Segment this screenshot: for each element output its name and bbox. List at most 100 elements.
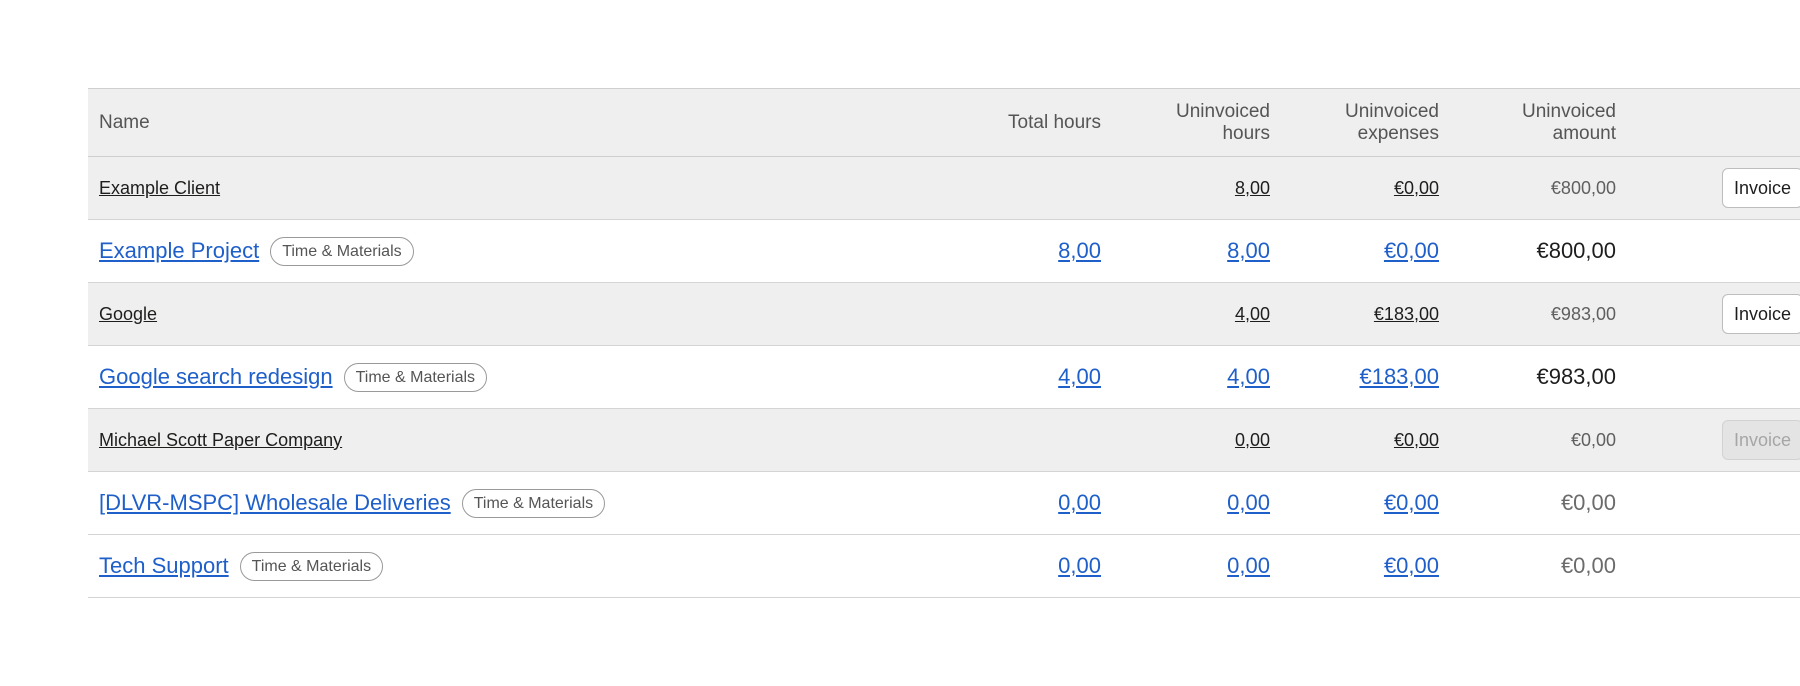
billing-type-badge: Time & Materials (461, 488, 606, 518)
client-uninvoiced-expenses-cell: €183,00 (1281, 283, 1450, 346)
project-name-cell: [DLVR-MSPC] Wholesale Deliveries Time & M… (88, 472, 894, 535)
project-link[interactable]: [DLVR-MSPC] Wholesale Deliveries (99, 490, 451, 515)
table-header: Name Total hours Uninvoiced hours Uninvo… (88, 88, 1800, 157)
project-row: Example Project Time & Materials 8,00 8,0… (88, 219, 1800, 283)
project-total-hours-cell: 8,00 (894, 220, 1112, 283)
client-link[interactable]: Michael Scott Paper Company (99, 430, 342, 450)
invoice-button[interactable]: Invoice (1721, 168, 1800, 208)
billing-type-badge: Time & Materials (239, 551, 384, 581)
client-uninvoiced-expenses-cell: €0,00 (1281, 157, 1450, 220)
header-uninvoiced-hours-line2: hours (1222, 122, 1270, 144)
project-uninvoiced-amount: €0,00 (1560, 553, 1616, 578)
project-name-cell: Example Project Time & Materials (88, 220, 894, 283)
client-action-cell: Invoice (1627, 409, 1800, 472)
header-total-hours-label: Total hours (1008, 111, 1101, 133)
client-uninvoiced-expenses-link[interactable]: €0,00 (1394, 178, 1439, 198)
project-link[interactable]: Google search redesign (99, 364, 333, 389)
project-total-hours-link[interactable]: 0,00 (1058, 553, 1101, 578)
header-name-label: Name (99, 111, 150, 133)
header-uninvoiced-hours: Uninvoiced hours (1112, 89, 1281, 157)
project-total-hours-cell: 0,00 (894, 472, 1112, 535)
project-uninvoiced-expenses-cell: €0,00 (1281, 220, 1450, 283)
client-uninvoiced-hours-link[interactable]: 8,00 (1235, 178, 1270, 198)
project-uninvoiced-amount: €983,00 (1536, 364, 1616, 389)
header-uninvoiced-amount-line2: amount (1552, 122, 1616, 144)
client-uninvoiced-expenses-link[interactable]: €0,00 (1394, 430, 1439, 450)
project-name-cell: Tech Support Time & Materials (88, 535, 894, 598)
header-name: Name (88, 89, 894, 157)
project-action-cell (1627, 535, 1800, 598)
client-uninvoiced-hours-cell: 0,00 (1112, 409, 1281, 472)
project-uninvoiced-amount-cell: €0,00 (1450, 535, 1627, 598)
table-body: Example Client 8,00 €0,00 €800,00 Invoic… (88, 156, 1800, 598)
client-uninvoiced-hours-cell: 4,00 (1112, 283, 1281, 346)
client-uninvoiced-amount: €983,00 (1550, 303, 1616, 324)
client-name-cell: Example Client (88, 157, 894, 220)
project-uninvoiced-expenses-cell: €0,00 (1281, 472, 1450, 535)
client-total-hours-cell (894, 283, 1112, 346)
project-link[interactable]: Tech Support (99, 553, 229, 578)
header-uninvoiced-hours-line1: Uninvoiced (1176, 100, 1270, 122)
client-row: Michael Scott Paper Company 0,00 €0,00 €… (88, 408, 1800, 472)
project-uninvoiced-expenses-cell: €183,00 (1281, 346, 1450, 409)
project-uninvoiced-hours-link[interactable]: 0,00 (1227, 553, 1270, 578)
billing-type-badge: Time & Materials (270, 236, 414, 266)
uninvoiced-table: Name Total hours Uninvoiced hours Uninvo… (88, 88, 1800, 598)
project-action-cell (1627, 472, 1800, 535)
client-row: Google 4,00 €183,00 €983,00 Invoice (88, 282, 1800, 346)
project-uninvoiced-hours-link[interactable]: 0,00 (1227, 490, 1270, 515)
project-link[interactable]: Example Project (99, 238, 259, 263)
header-row: Name Total hours Uninvoiced hours Uninvo… (88, 88, 1800, 157)
project-uninvoiced-amount-cell: €0,00 (1450, 472, 1627, 535)
client-uninvoiced-amount: €0,00 (1570, 429, 1616, 450)
project-total-hours-link[interactable]: 4,00 (1058, 364, 1101, 389)
project-uninvoiced-expenses-link[interactable]: €0,00 (1384, 490, 1439, 515)
header-uninvoiced-amount: Uninvoiced amount (1450, 89, 1627, 157)
project-uninvoiced-amount-cell: €800,00 (1450, 220, 1627, 283)
project-total-hours-cell: 0,00 (894, 535, 1112, 598)
invoice-button-disabled: Invoice (1721, 420, 1800, 460)
project-row: [DLVR-MSPC] Wholesale Deliveries Time & M… (88, 471, 1800, 535)
uninvoiced-table-container: Name Total hours Uninvoiced hours Uninvo… (88, 88, 1800, 598)
client-total-hours-cell (894, 409, 1112, 472)
project-uninvoiced-expenses-link[interactable]: €183,00 (1359, 364, 1439, 389)
client-total-hours-cell (894, 157, 1112, 220)
client-uninvoiced-expenses-link[interactable]: €183,00 (1374, 304, 1439, 324)
header-uninvoiced-expenses-line2: expenses (1357, 122, 1439, 144)
client-uninvoiced-amount-cell: €0,00 (1450, 409, 1627, 472)
project-name-cell: Google search redesign Time & Materials (88, 346, 894, 409)
header-actions (1627, 89, 1800, 157)
client-uninvoiced-hours-link[interactable]: 4,00 (1235, 304, 1270, 324)
project-uninvoiced-amount: €0,00 (1560, 490, 1616, 515)
client-action-cell: Invoice (1627, 157, 1800, 220)
project-row: Google search redesign Time & Materials 4… (88, 345, 1800, 409)
client-link[interactable]: Example Client (99, 178, 220, 198)
client-uninvoiced-expenses-cell: €0,00 (1281, 409, 1450, 472)
project-uninvoiced-hours-cell: 0,00 (1112, 535, 1281, 598)
project-uninvoiced-expenses-cell: €0,00 (1281, 535, 1450, 598)
project-uninvoiced-hours-cell: 4,00 (1112, 346, 1281, 409)
project-uninvoiced-hours-link[interactable]: 4,00 (1227, 364, 1270, 389)
client-name-cell: Google (88, 283, 894, 346)
billing-type-badge: Time & Materials (343, 362, 488, 392)
project-uninvoiced-expenses-link[interactable]: €0,00 (1384, 553, 1439, 578)
client-uninvoiced-hours-link[interactable]: 0,00 (1235, 430, 1270, 450)
project-uninvoiced-amount: €800,00 (1536, 238, 1616, 263)
client-action-cell: Invoice (1627, 283, 1800, 346)
project-total-hours-link[interactable]: 8,00 (1058, 238, 1101, 263)
header-total-hours: Total hours (894, 89, 1112, 157)
client-uninvoiced-hours-cell: 8,00 (1112, 157, 1281, 220)
project-uninvoiced-amount-cell: €983,00 (1450, 346, 1627, 409)
project-uninvoiced-hours-link[interactable]: 8,00 (1227, 238, 1270, 263)
project-total-hours-cell: 4,00 (894, 346, 1112, 409)
invoice-button[interactable]: Invoice (1721, 294, 1800, 334)
project-total-hours-link[interactable]: 0,00 (1058, 490, 1101, 515)
project-uninvoiced-expenses-link[interactable]: €0,00 (1384, 238, 1439, 263)
project-action-cell (1627, 220, 1800, 283)
client-uninvoiced-amount: €800,00 (1550, 177, 1616, 198)
client-uninvoiced-amount-cell: €983,00 (1450, 283, 1627, 346)
header-uninvoiced-amount-line1: Uninvoiced (1522, 100, 1616, 122)
header-uninvoiced-expenses-line1: Uninvoiced (1345, 100, 1439, 122)
client-link[interactable]: Google (99, 304, 157, 324)
project-action-cell (1627, 346, 1800, 409)
